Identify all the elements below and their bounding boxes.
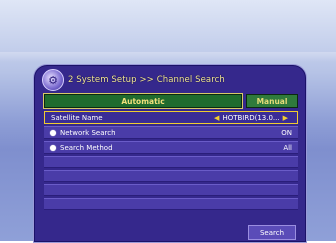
network-search-label: Network Search	[60, 128, 116, 137]
empty-row	[44, 170, 298, 182]
background-band	[0, 52, 336, 62]
search-method-value: All	[283, 143, 292, 152]
network-search-value: ON	[281, 128, 292, 137]
satellite-name-selector[interactable]: ◀ HOTBIRD(13.0... ▶	[211, 114, 291, 122]
satellite-name-row[interactable]: Satellite Name ◀ HOTBIRD(13.0... ▶	[44, 111, 298, 124]
satellite-name-value: HOTBIRD(13.0...	[222, 113, 280, 122]
tab-manual[interactable]: Manual	[246, 94, 298, 108]
bullet-icon	[50, 129, 56, 136]
empty-row	[44, 156, 298, 168]
empty-row	[44, 184, 298, 196]
network-search-row[interactable]: Network Search ON	[44, 126, 298, 139]
panel-header: ⚙ 2 System Setup >> Channel Search	[42, 69, 300, 91]
page-title: 2 System Setup >> Channel Search	[68, 75, 225, 85]
arrow-right-icon[interactable]: ▶	[283, 114, 288, 122]
search-button[interactable]: Search	[248, 225, 296, 240]
tab-automatic[interactable]: Automatic	[43, 93, 243, 109]
search-method-label: Search Method	[60, 143, 113, 152]
channel-search-panel: ⚙ 2 System Setup >> Channel Search Autom…	[33, 64, 307, 243]
search-mode-tabs: Automatic Manual	[43, 93, 298, 109]
bullet-icon	[50, 144, 56, 151]
satellite-name-label: Satellite Name	[51, 113, 103, 122]
setup-icon: ⚙	[42, 69, 64, 91]
search-method-row[interactable]: Search Method All	[44, 141, 298, 154]
settings-list: Satellite Name ◀ HOTBIRD(13.0... ▶ Netwo…	[44, 111, 298, 212]
empty-row	[44, 198, 298, 210]
arrow-left-icon[interactable]: ◀	[214, 114, 219, 122]
